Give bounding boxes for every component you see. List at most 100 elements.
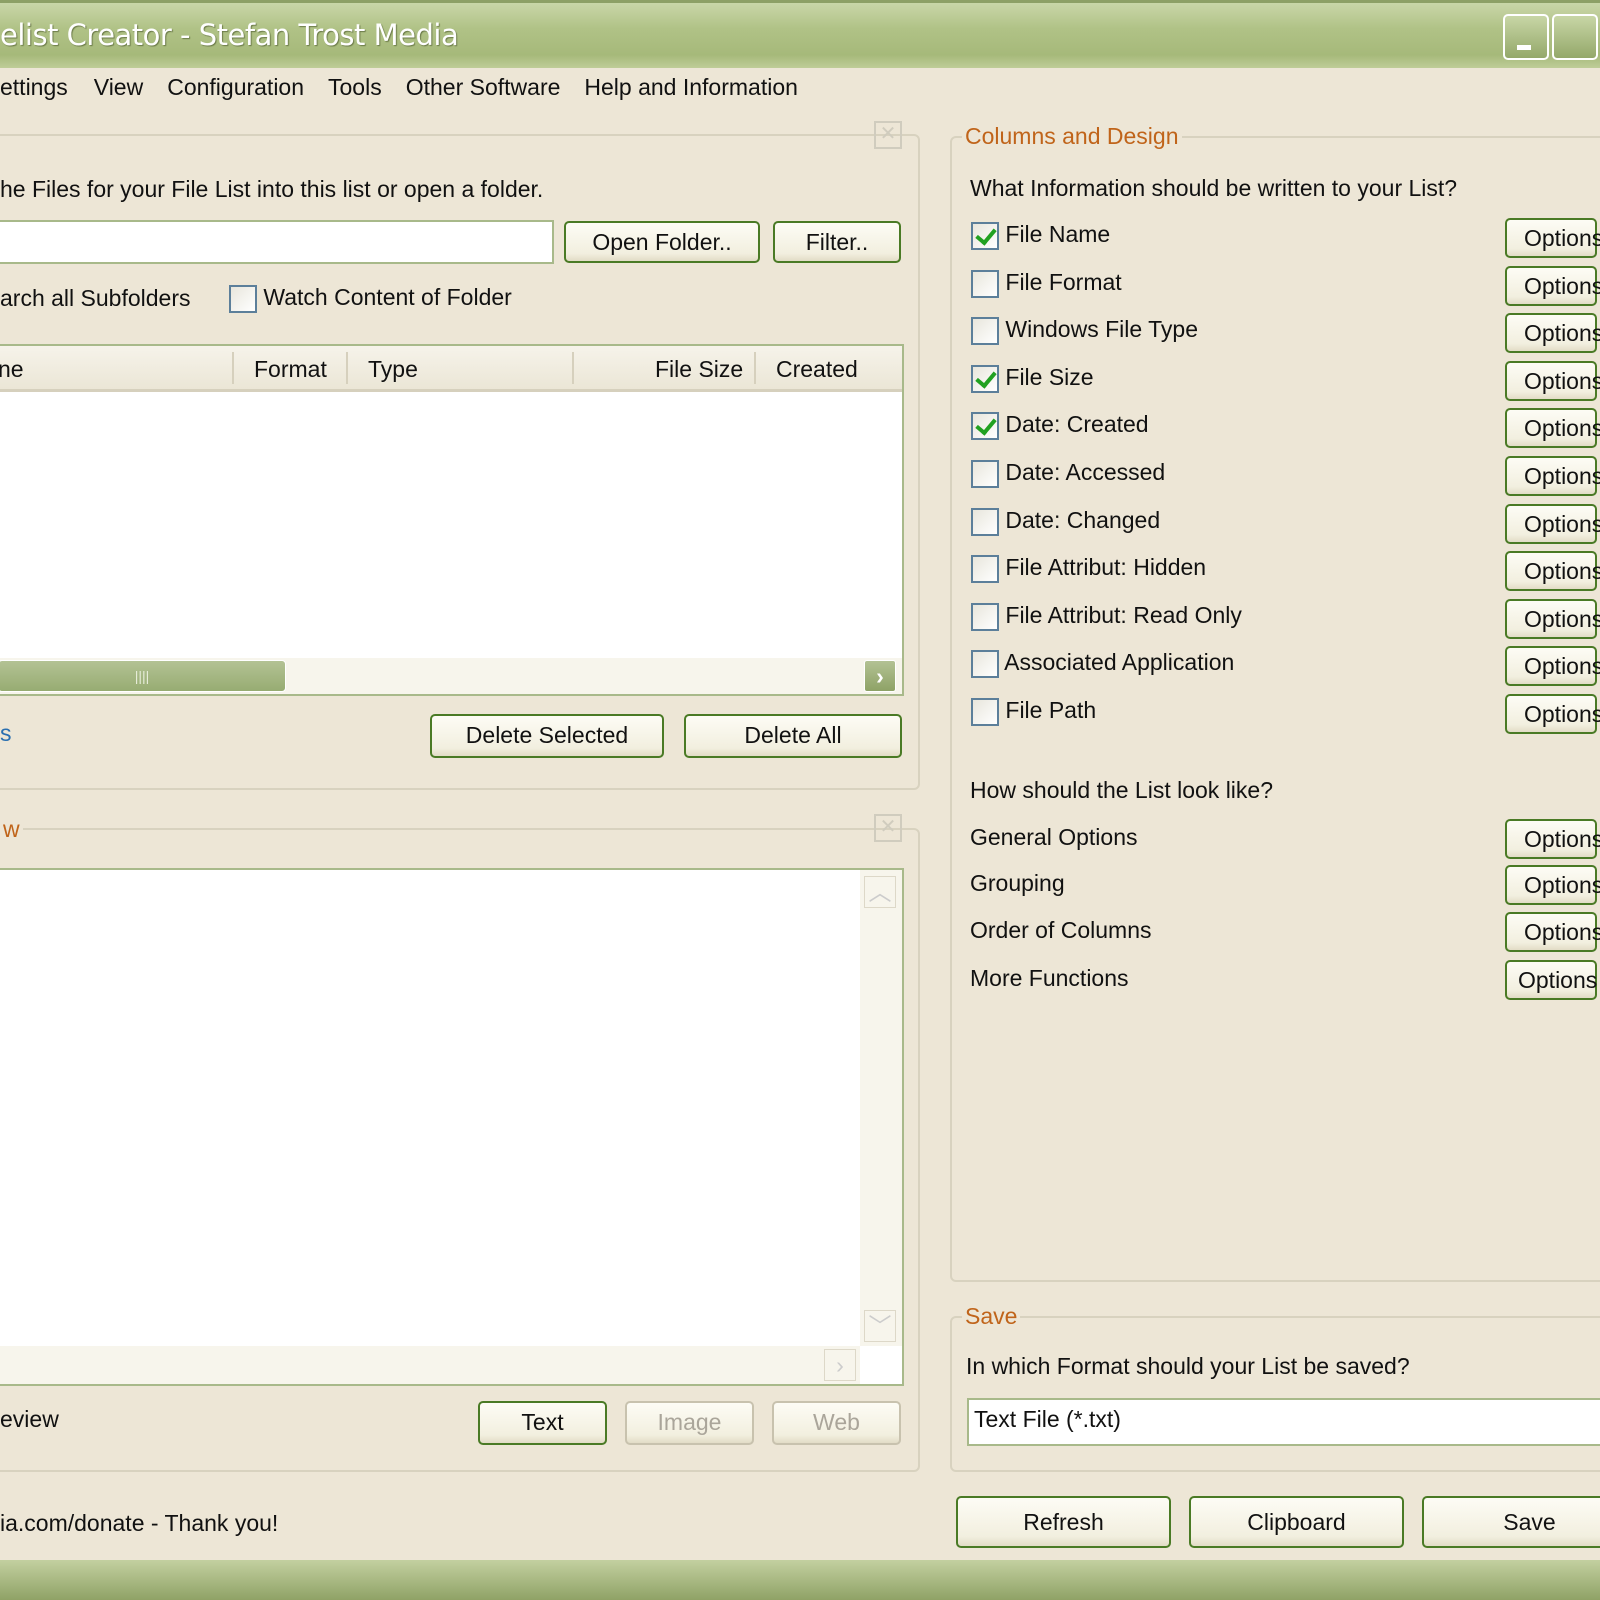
options-button[interactable]: Options	[1505, 265, 1600, 306]
look-item-label: General Options	[970, 824, 1138, 850]
window-title: elist Creator - Stefan Trost Media	[0, 18, 459, 52]
minimize-button[interactable]	[1503, 14, 1549, 60]
column-option-2[interactable]: Windows File Type	[971, 316, 1198, 346]
column-option-3[interactable]: File Size	[971, 364, 1094, 393]
delete-all-button[interactable]: Delete All	[684, 714, 902, 758]
watch-content-checkbox[interactable]: Watch Content of Folder	[229, 284, 512, 313]
checkbox[interactable]	[971, 459, 999, 488]
checkbox[interactable]	[971, 697, 999, 726]
checkbox[interactable]	[971, 507, 999, 536]
donate-text[interactable]: ia.com/donate - Thank you!	[0, 1510, 278, 1537]
checkbox[interactable]	[971, 555, 999, 584]
save-question: In which Format should your List be save…	[966, 1353, 1410, 1379]
save-group-label: Save	[962, 1303, 1021, 1330]
column-option-9[interactable]: Associated Application	[971, 649, 1234, 679]
window-bottom-border	[0, 1560, 1600, 1600]
checkbox[interactable]	[971, 317, 999, 346]
minimize-icon	[1517, 45, 1531, 50]
scroll-right-icon[interactable]: ›	[864, 660, 896, 692]
menu-tools[interactable]: Tools	[328, 74, 382, 100]
column-option-6[interactable]: Date: Changed	[971, 507, 1160, 536]
filter-button[interactable]: Filter..	[773, 221, 901, 263]
look-item-label: More Functions	[970, 965, 1129, 991]
options-button[interactable]: Options	[1505, 598, 1600, 639]
file-list[interactable]: ne Format Type File Size Created |||| ›	[0, 344, 904, 696]
column-file-size[interactable]: File Size	[655, 356, 743, 383]
search-subfolders-label[interactable]: arch all Subfolders	[0, 285, 191, 312]
preview-text-button[interactable]: Text	[478, 1401, 607, 1445]
checkbox[interactable]	[971, 650, 999, 679]
clipboard-button[interactable]: Clipboard	[1189, 1496, 1404, 1548]
menu-configuration[interactable]: Configuration	[167, 74, 304, 100]
column-type[interactable]: Type	[368, 356, 418, 383]
column-option-label: File Path	[1005, 697, 1097, 723]
open-folder-button[interactable]: Open Folder..	[564, 221, 760, 263]
delete-selected-button[interactable]: Delete Selected	[430, 714, 664, 758]
column-option-label: Date: Accessed	[1005, 459, 1166, 485]
checkbox[interactable]	[971, 602, 999, 631]
column-name[interactable]: ne	[0, 356, 24, 383]
look-options-button[interactable]: Options	[1505, 819, 1600, 859]
look-item-label: Order of Columns	[970, 917, 1152, 943]
save-format-select[interactable]: Text File (*.txt)	[967, 1398, 1600, 1446]
column-format[interactable]: Format	[254, 356, 327, 383]
column-option-1[interactable]: File Format	[971, 269, 1122, 298]
column-option-label: File Name	[1005, 221, 1111, 247]
watch-content-label: Watch Content of Folder	[263, 284, 512, 310]
options-button[interactable]: Options	[1505, 313, 1600, 354]
preview-image-button[interactable]: Image	[625, 1401, 754, 1445]
vertical-scrollbar[interactable]: ︿ ﹀	[860, 870, 902, 1346]
close-panel-icon[interactable]: ✕	[874, 121, 902, 149]
scrollbar-thumb[interactable]: ||||	[0, 660, 286, 692]
menu-view[interactable]: View	[94, 74, 143, 100]
look-item-label: Grouping	[970, 870, 1065, 896]
folder-input[interactable]	[0, 220, 554, 264]
menu-other-software[interactable]: Other Software	[406, 74, 561, 100]
scroll-up-icon[interactable]: ︿	[864, 876, 896, 908]
file-list-header: ne Format Type File Size Created	[0, 346, 902, 392]
options-button[interactable]: Options	[1505, 408, 1600, 449]
column-option-7[interactable]: File Attribut: Hidden	[971, 554, 1207, 584]
checkbox[interactable]	[971, 221, 999, 250]
checkbox[interactable]	[971, 364, 999, 393]
columns-question: What Information should be written to yo…	[970, 175, 1458, 201]
horizontal-scrollbar[interactable]: ›	[0, 1346, 860, 1384]
horizontal-scrollbar[interactable]: |||| ›	[0, 658, 902, 694]
look-options-button[interactable]: Options	[1505, 960, 1597, 1000]
column-option-8[interactable]: File Attribut: Read Only	[971, 602, 1242, 631]
checkbox[interactable]	[229, 284, 257, 313]
preview-web-button[interactable]: Web	[772, 1401, 901, 1445]
scroll-down-icon[interactable]: ﹀	[864, 1310, 896, 1342]
look-options-button[interactable]: Options	[1505, 912, 1600, 952]
save-button[interactable]: Save	[1422, 1496, 1600, 1548]
files-instruction: he Files for your File List into this li…	[0, 176, 544, 202]
preview-group-label: w	[0, 816, 23, 843]
refresh-button[interactable]: Refresh	[956, 1496, 1171, 1548]
options-button[interactable]: Options	[1505, 360, 1600, 401]
column-option-0[interactable]: File Name	[971, 221, 1110, 250]
options-button[interactable]: Options	[1505, 456, 1600, 496]
column-option-label: File Attribut: Hidden	[1005, 554, 1207, 581]
column-created[interactable]: Created	[776, 356, 858, 383]
menu-bar: ettings View Configuration Tools Other Softw…	[0, 74, 822, 101]
look-options-button[interactable]: Options	[1505, 865, 1600, 905]
scroll-right-icon[interactable]: ›	[824, 1349, 856, 1381]
options-button[interactable]: Options	[1505, 551, 1600, 592]
menu-help[interactable]: Help and Information	[584, 74, 798, 100]
checkbox[interactable]	[971, 412, 999, 441]
look-question: How should the List look like?	[970, 777, 1273, 803]
close-panel-icon[interactable]: ✕	[874, 814, 902, 842]
options-button[interactable]: Options	[1505, 694, 1600, 734]
maximize-button[interactable]	[1552, 14, 1598, 60]
options-button[interactable]: Options	[1505, 218, 1600, 258]
column-option-5[interactable]: Date: Accessed	[971, 459, 1165, 488]
column-option-10[interactable]: File Path	[971, 697, 1096, 726]
options-button[interactable]: Options	[1505, 646, 1600, 687]
checkbox[interactable]	[971, 269, 999, 298]
column-option-4[interactable]: Date: Created	[971, 411, 1149, 441]
menu-settings[interactable]: ettings	[0, 74, 68, 100]
preview-area[interactable]: ︿ ﹀ ›	[0, 868, 904, 1386]
options-button[interactable]: Options	[1505, 503, 1600, 544]
save-group	[950, 1316, 1600, 1472]
column-option-label: Date: Created	[1005, 411, 1149, 438]
